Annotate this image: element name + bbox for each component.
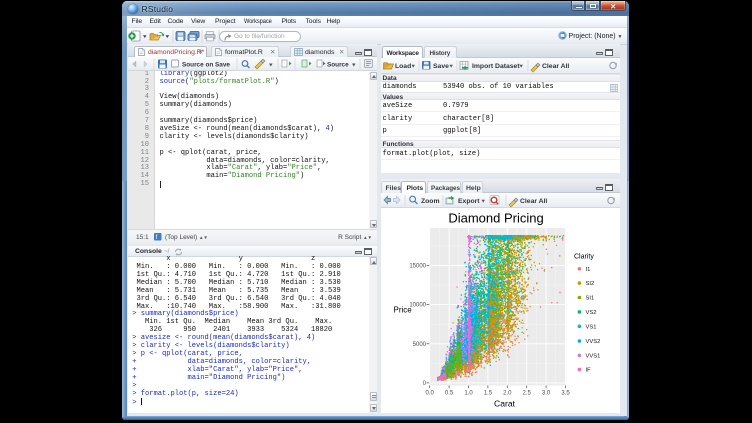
svg-text:Clarity: Clarity <box>574 254 594 261</box>
svg-text:2.5: 2.5 <box>522 391 531 397</box>
svg-text:VVS1: VVS1 <box>585 353 600 359</box>
svg-text:SI2: SI2 <box>585 281 594 287</box>
svg-text:3.5: 3.5 <box>561 391 570 397</box>
svg-text:I1: I1 <box>585 267 590 273</box>
svg-text:Export: Export <box>458 198 480 205</box>
svg-text:0.0: 0.0 <box>425 391 434 397</box>
svg-text:Source on Save: Source on Save <box>182 61 230 68</box>
svg-text:Diamond Pricing: Diamond Pricing <box>448 211 543 226</box>
svg-text:Clear All: Clear All <box>520 198 547 205</box>
svg-text:2.0: 2.0 <box>503 391 512 397</box>
svg-text:5000: 5000 <box>412 342 426 348</box>
svg-text:1.0: 1.0 <box>464 391 473 397</box>
svg-text:Save: Save <box>433 63 449 70</box>
svg-text:10000: 10000 <box>409 303 426 309</box>
svg-text:Price: Price <box>393 306 412 315</box>
svg-text:SI1: SI1 <box>585 296 594 302</box>
svg-text:Source: Source <box>327 61 349 68</box>
svg-text:0: 0 <box>422 381 426 387</box>
svg-text:Load: Load <box>395 63 411 70</box>
svg-text:1.5: 1.5 <box>483 391 492 397</box>
svg-text:15000: 15000 <box>409 264 426 270</box>
svg-text:Clear All: Clear All <box>542 63 569 70</box>
svg-text:Zoom: Zoom <box>421 198 440 205</box>
svg-text:3.0: 3.0 <box>541 391 550 397</box>
svg-text:VS1: VS1 <box>585 324 596 330</box>
svg-text:Carat: Carat <box>493 398 515 408</box>
svg-text:VS2: VS2 <box>585 310 596 316</box>
svg-text:IF: IF <box>585 367 591 373</box>
svg-text:0.5: 0.5 <box>444 391 453 397</box>
svg-text:VVS2: VVS2 <box>585 339 600 345</box>
svg-text:Import Dataset: Import Dataset <box>472 63 520 70</box>
